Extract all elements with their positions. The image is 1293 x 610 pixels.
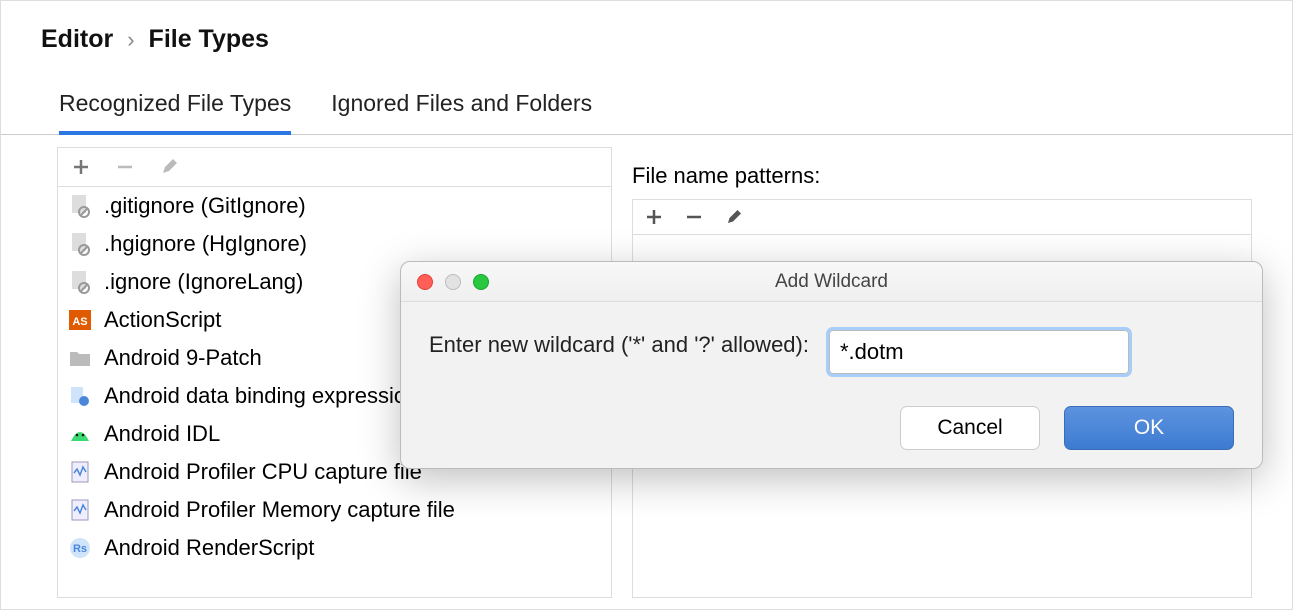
remove-filetype-button[interactable] [114,156,136,178]
file-ignore-icon [68,270,92,294]
list-item-label: Android Profiler CPU capture file [104,459,422,485]
chevron-right-icon: › [127,27,134,53]
profiler-icon [68,460,92,484]
android-icon [68,422,92,446]
remove-pattern-button[interactable] [685,208,703,226]
folder-icon [68,346,92,370]
list-item[interactable]: .hgignore (HgIgnore) [58,225,611,263]
breadcrumb-editor[interactable]: Editor [41,25,113,54]
breadcrumb: Editor › File Types [1,1,1292,66]
wildcard-prompt: Enter new wildcard ('*' and '?' allowed)… [429,332,809,358]
list-item-label: Android RenderScript [104,535,314,561]
add-filetype-button[interactable] [70,156,92,178]
add-wildcard-dialog: Add Wildcard Enter new wildcard ('*' and… [400,261,1263,469]
wildcard-input[interactable] [829,330,1129,374]
tabs: Recognized File Types Ignored Files and … [1,66,1292,135]
list-item-label: Android Profiler Memory capture file [104,497,455,523]
list-item-label: Android 9-Patch [104,345,262,371]
list-item-label: Android IDL [104,421,220,447]
list-item[interactable]: Android Profiler Memory capture file [58,491,611,529]
dialog-title: Add Wildcard [401,271,1262,293]
tab-ignored-files[interactable]: Ignored Files and Folders [331,90,592,135]
renderscript-icon: Rs [68,536,92,560]
cancel-button[interactable]: Cancel [900,406,1040,450]
list-item-label: .gitignore (GitIgnore) [104,193,306,219]
list-item-label: .hgignore (HgIgnore) [104,231,307,257]
databinding-icon [68,384,92,408]
actionscript-icon: AS [68,308,92,332]
svg-text:AS: AS [72,316,87,328]
list-item[interactable]: .gitignore (GitIgnore) [58,187,611,225]
svg-text:Rs: Rs [73,543,87,555]
dialog-titlebar[interactable]: Add Wildcard [401,262,1262,302]
edit-pattern-button[interactable] [725,208,743,226]
profiler-icon [68,498,92,522]
file-ignore-icon [68,232,92,256]
add-pattern-button[interactable] [645,208,663,226]
ok-button[interactable]: OK [1064,406,1234,450]
file-ignore-icon [68,194,92,218]
patterns-label: File name patterns: [632,163,1252,189]
list-item[interactable]: Rs Android RenderScript [58,529,611,567]
edit-filetype-button[interactable] [158,156,180,178]
filetype-toolbar [57,147,612,186]
patterns-toolbar [632,199,1252,234]
tab-recognized-file-types[interactable]: Recognized File Types [59,90,291,135]
list-item-label: .ignore (IgnoreLang) [104,269,303,295]
breadcrumb-filetypes: File Types [149,25,269,54]
list-item-label: ActionScript [104,307,221,333]
